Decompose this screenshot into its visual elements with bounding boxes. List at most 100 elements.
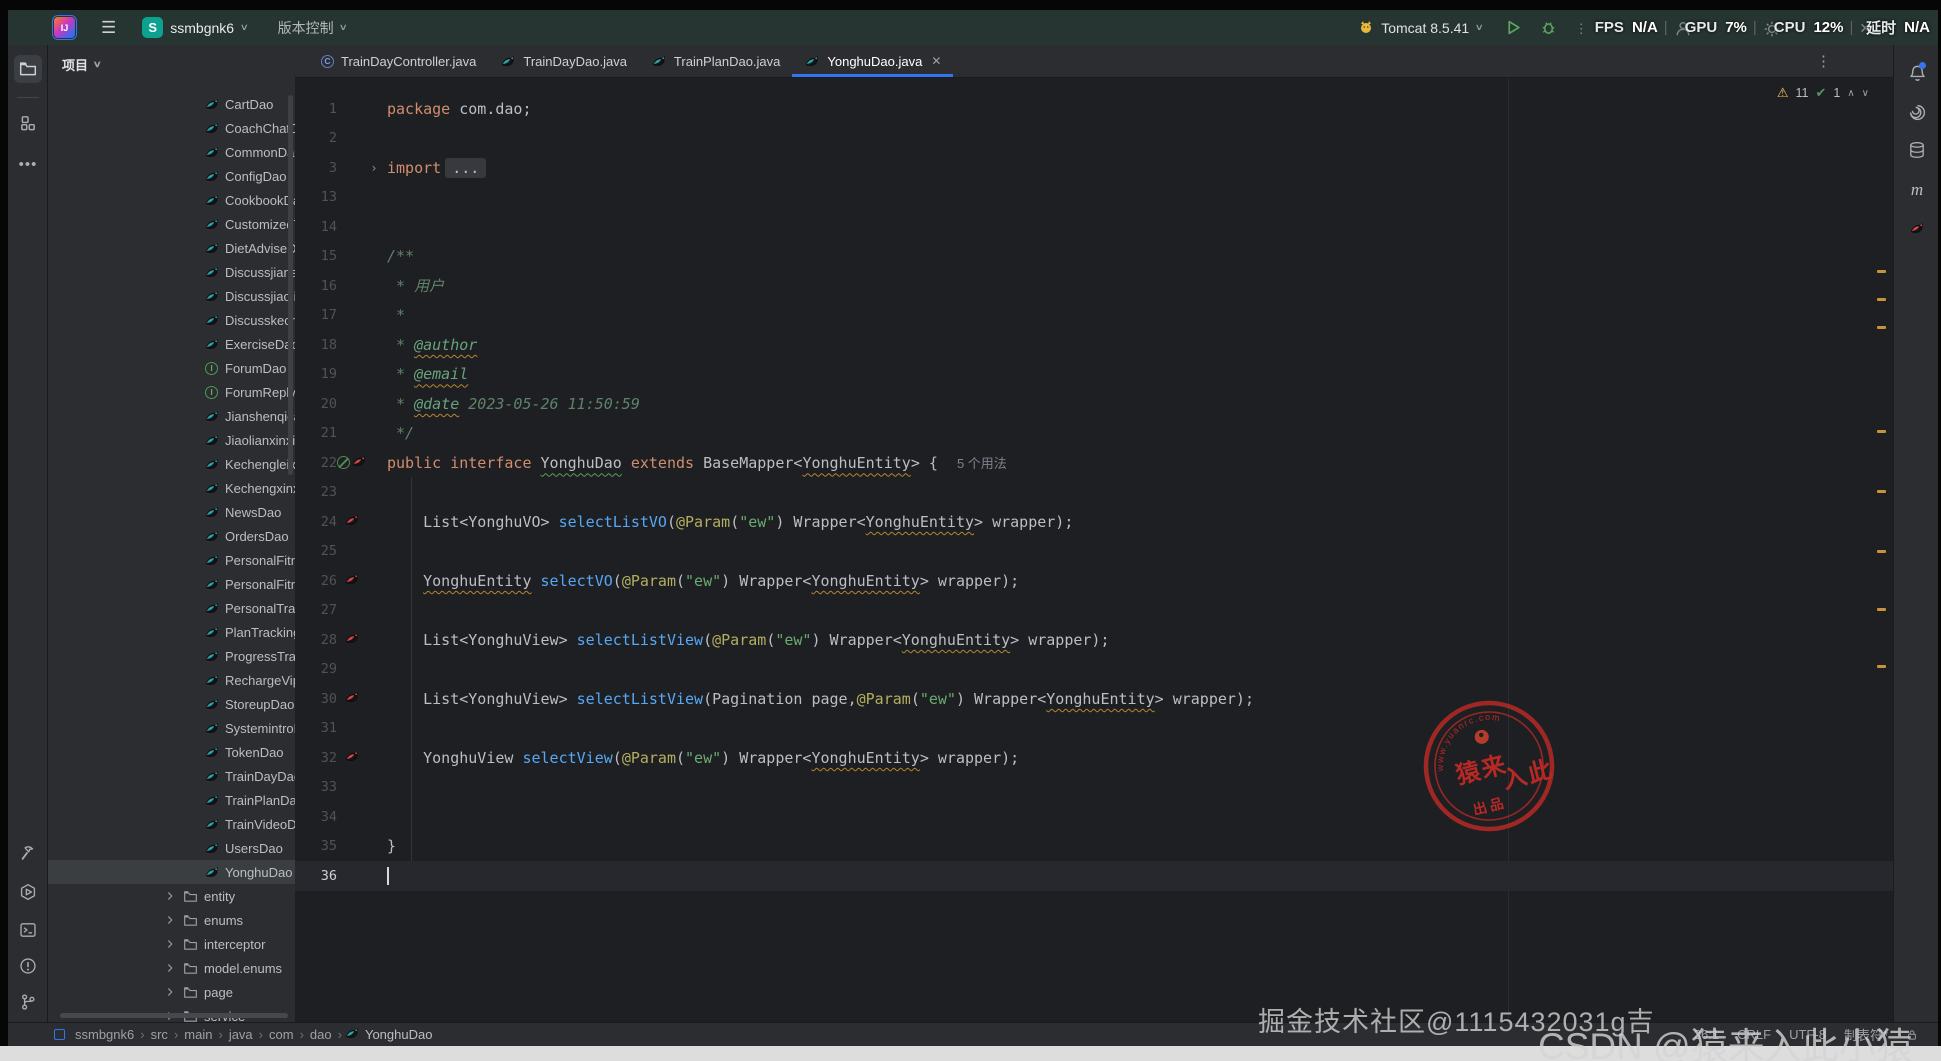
- code-line-27[interactable]: 27: [295, 596, 1893, 626]
- code-line-33[interactable]: 33: [295, 773, 1893, 803]
- breadcrumb-item[interactable]: ssmbgnk6: [75, 1027, 134, 1042]
- code-line-1[interactable]: 1 package com.dao;: [295, 94, 1893, 124]
- tree-item-YonghuDao[interactable]: YonghuDao: [48, 860, 295, 884]
- maven-button[interactable]: m: [1905, 178, 1929, 202]
- breadcrumb-item[interactable]: com: [269, 1027, 294, 1042]
- tree-item-TrainVideoDao[interactable]: TrainVideoDao: [48, 812, 295, 836]
- code-line-31[interactable]: 31: [295, 714, 1893, 744]
- project-widget[interactable]: S ssmbgnk6 ∨: [142, 17, 249, 38]
- code-line-22[interactable]: 22 public interface YonghuDao extends Ba…: [295, 448, 1893, 478]
- warning-stripe-mark[interactable]: [1877, 550, 1886, 553]
- terminal-toolwindow-button[interactable]: [14, 916, 42, 944]
- tree-item-interceptor[interactable]: interceptor: [48, 932, 295, 956]
- tree-item-ForumDao[interactable]: I ForumDao: [48, 356, 295, 380]
- code-line-26[interactable]: 26 YonghuEntity selectVO(@Param("ew") Wr…: [295, 566, 1893, 596]
- next-problem-icon[interactable]: ∨: [1862, 88, 1869, 99]
- tree-item-JiaolianxinxiDao[interactable]: JiaolianxinxiDao: [48, 428, 295, 452]
- code-line-13[interactable]: 13: [295, 183, 1893, 213]
- mybatis-button[interactable]: [1905, 218, 1929, 242]
- tree-item-CookbookDao[interactable]: CookbookDao: [48, 188, 295, 212]
- warning-stripe-mark[interactable]: [1877, 608, 1886, 611]
- vcs-widget[interactable]: 版本控制 ∨: [278, 18, 348, 38]
- tree-item-ForumReplyDao[interactable]: I ForumReplyDao: [48, 380, 295, 404]
- code-line-25[interactable]: 25: [295, 537, 1893, 567]
- code-line-20[interactable]: 20 * @date 2023-05-26 11:50:59: [295, 389, 1893, 419]
- tree-item-OrdersDao[interactable]: OrdersDao: [48, 524, 295, 548]
- code-line-17[interactable]: 17 *: [295, 301, 1893, 331]
- code-line-15[interactable]: 15 /**: [295, 242, 1893, 272]
- code-line-16[interactable]: 16 * 用户: [295, 271, 1893, 301]
- mybatis-statement-icon[interactable]: [344, 571, 360, 591]
- warning-stripe-mark[interactable]: [1877, 326, 1886, 329]
- chevron-right-icon[interactable]: [163, 912, 177, 928]
- mybatis-statement-icon[interactable]: [344, 512, 360, 532]
- breadcrumb-item[interactable]: java: [229, 1027, 253, 1042]
- project-toolwindow-button[interactable]: [14, 55, 42, 83]
- tree-horizontal-scrollbar[interactable]: [60, 1013, 288, 1018]
- warning-stripe-mark[interactable]: [1877, 430, 1886, 433]
- tab-YonghuDao.java[interactable]: YonghuDao.java ✕: [792, 45, 953, 77]
- breadcrumb-leaf[interactable]: YonghuDao: [344, 1025, 432, 1044]
- warning-stripe-mark[interactable]: [1877, 298, 1886, 301]
- code-line-29[interactable]: 29: [295, 655, 1893, 685]
- tree-item-CustomizedTrainPlanDao[interactable]: CustomizedTrainPlanDao: [48, 212, 295, 236]
- tree-item-ProgressTrackingDao[interactable]: ProgressTrackingDao: [48, 644, 295, 668]
- tree-item-DiscussjiaolianxinxiDao[interactable]: DiscussjiaolianxinxiDao: [48, 284, 295, 308]
- run-button[interactable]: [1505, 19, 1522, 36]
- services-toolwindow-button[interactable]: [14, 878, 42, 906]
- notifications-button[interactable]: [1905, 61, 1929, 85]
- tree-item-DiscusskechengxinxiDao[interactable]: DiscusskechengxinxiDao: [48, 308, 295, 332]
- tree-item-CommonDao[interactable]: CommonDao: [48, 140, 295, 164]
- tree-item-ConfigDao[interactable]: ConfigDao: [48, 164, 295, 188]
- mybatis-statement-icon[interactable]: [344, 630, 360, 650]
- tree-item-DietAdviseDao[interactable]: DietAdviseDao: [48, 236, 295, 260]
- code-line-36[interactable]: 36: [295, 861, 1893, 891]
- structure-toolwindow-button[interactable]: [14, 109, 42, 137]
- chevron-right-icon[interactable]: [163, 888, 177, 904]
- main-menu-icon[interactable]: ☰: [101, 18, 116, 38]
- git-toolwindow-button[interactable]: [14, 988, 42, 1016]
- tree-item-PersonalFitnessPlanDao[interactable]: PersonalFitnessPlanDao: [48, 572, 295, 596]
- tree-item-PersonalTrainerDao[interactable]: PersonalTrainerDao: [48, 596, 295, 620]
- more-toolwindows-button[interactable]: •••: [14, 150, 42, 178]
- tree-item-ExerciseDao[interactable]: ExerciseDao: [48, 332, 295, 356]
- code-line-24[interactable]: 24 List<YonghuVO> selectListVO(@Param("e…: [295, 507, 1893, 537]
- breadcrumb-item[interactable]: main: [184, 1027, 212, 1042]
- tree-item-DiscussjianshenqicaiDao[interactable]: DiscussjianshenqicaiDao: [48, 260, 295, 284]
- chevron-right-icon[interactable]: [163, 984, 177, 1000]
- code-editor[interactable]: 1 package com.dao; 2 3 › import... 13 14…: [295, 78, 1893, 1022]
- tree-item-SystemintroDao[interactable]: SystemintroDao: [48, 716, 295, 740]
- code-line-21[interactable]: 21 */: [295, 419, 1893, 449]
- tab-TrainDayDao.java[interactable]: TrainDayDao.java: [488, 45, 639, 77]
- tree-item-KechengleixingDao[interactable]: KechengleixingDao: [48, 452, 295, 476]
- mybatis-statement-icon[interactable]: [344, 689, 360, 709]
- tree-item-TrainDayDao[interactable]: TrainDayDao: [48, 764, 295, 788]
- tree-item-UsersDao[interactable]: UsersDao: [48, 836, 295, 860]
- tab-TrainPlanDao.java[interactable]: TrainPlanDao.java: [639, 45, 792, 77]
- inspection-widget[interactable]: ⚠ 11 ✔ 1 ∧ ∨: [1777, 85, 1869, 101]
- problems-toolwindow-button[interactable]: [14, 952, 42, 980]
- tree-item-enums[interactable]: enums: [48, 908, 295, 932]
- tree-item-TokenDao[interactable]: TokenDao: [48, 740, 295, 764]
- chevron-right-icon[interactable]: [163, 936, 177, 952]
- chevron-right-icon[interactable]: [163, 960, 177, 976]
- tree-item-StoreupDao[interactable]: StoreupDao: [48, 692, 295, 716]
- tree-item-entity[interactable]: entity: [48, 884, 295, 908]
- tab-TrainDayController.java[interactable]: C TrainDayController.java: [309, 45, 488, 77]
- mybatis-statement-icon[interactable]: [351, 453, 367, 473]
- tree-item-model.enums[interactable]: model.enums: [48, 956, 295, 980]
- tree-vertical-scrollbar[interactable]: [288, 95, 293, 475]
- tree-item-TrainPlanDao[interactable]: TrainPlanDao: [48, 788, 295, 812]
- code-line-14[interactable]: 14: [295, 212, 1893, 242]
- code-line-35[interactable]: 35 }: [295, 832, 1893, 862]
- tree-item-RechargeVipRecordDao[interactable]: RechargeVipRecordDao: [48, 668, 295, 692]
- database-button[interactable]: [1905, 138, 1929, 162]
- run-configuration[interactable]: Tomcat 8.5.41 ∨: [1358, 20, 1484, 36]
- implemented-icon[interactable]: [337, 456, 350, 470]
- tree-item-PersonalFitnessDayDao[interactable]: PersonalFitnessDayDao: [48, 548, 295, 572]
- code-line-34[interactable]: 34: [295, 802, 1893, 832]
- tree-item-PlanTrackingDao[interactable]: PlanTrackingDao: [48, 620, 295, 644]
- code-line-30[interactable]: 30 List<YonghuView> selectListView(Pagin…: [295, 684, 1893, 714]
- build-toolwindow-button[interactable]: [14, 840, 42, 868]
- tree-item-CartDao[interactable]: CartDao: [48, 92, 295, 116]
